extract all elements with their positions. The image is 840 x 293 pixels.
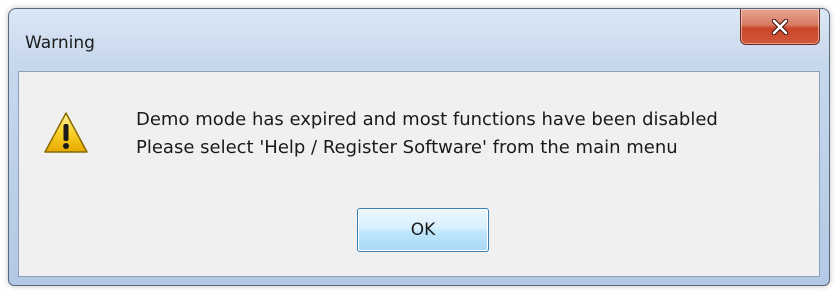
window-title: Warning bbox=[25, 33, 95, 53]
close-x-icon bbox=[771, 18, 789, 35]
warning-message: Demo mode has expired and most functions… bbox=[136, 106, 718, 162]
close-button[interactable] bbox=[740, 9, 820, 45]
warning-dialog: Warning Demo mode has expired and most f… bbox=[8, 8, 830, 286]
message-line-1: Demo mode has expired and most functions… bbox=[136, 109, 718, 130]
title-bar[interactable]: Warning bbox=[9, 9, 829, 71]
warning-triangle-icon bbox=[43, 110, 89, 156]
message-line-2: Please select 'Help / Register Software'… bbox=[136, 137, 678, 158]
ok-button[interactable]: OK bbox=[357, 208, 489, 252]
dialog-body: Demo mode has expired and most functions… bbox=[18, 71, 820, 277]
